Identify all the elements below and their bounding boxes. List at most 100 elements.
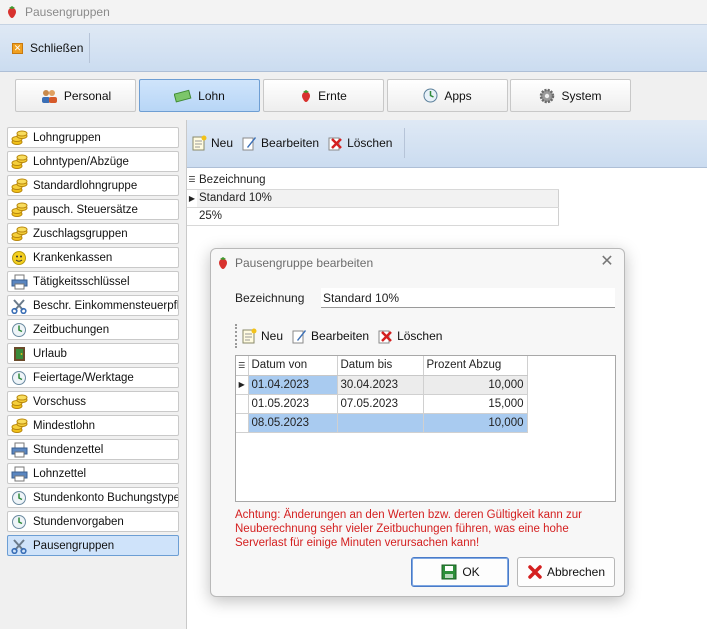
grid-header-row: ☰ Bezeichnung	[187, 171, 559, 190]
grid-cell[interactable]: Standard 10%	[197, 189, 559, 208]
sidebar-item-label: Pausengruppen	[33, 539, 115, 552]
grid-cell[interactable]	[337, 413, 424, 433]
column-chooser-icon[interactable]: ☰	[187, 171, 197, 190]
ok-button-label: OK	[462, 565, 480, 579]
dialog-toolbar: Neu Bearbeiten Löschen	[235, 324, 450, 348]
table-row[interactable]: 25%	[187, 207, 559, 226]
grid-cell[interactable]: 10,000	[423, 413, 528, 433]
tab-lohn[interactable]: Lohn	[139, 79, 260, 112]
edit-pencil-icon	[292, 330, 307, 344]
tab-label: Personal	[63, 88, 112, 103]
sidebar-item-label: Feiertage/Werktage	[33, 371, 134, 384]
grid-cell[interactable]: 25%	[197, 207, 559, 226]
grid-cell[interactable]: 08.05.2023	[248, 413, 338, 433]
tab-system[interactable]: System	[510, 79, 631, 112]
delete-button-label: Löschen	[397, 329, 443, 343]
dialog-title: Pausengruppe bearbeiten	[235, 256, 374, 270]
clock-icon	[423, 88, 438, 103]
sidebar-item-urlaub[interactable]: Urlaub	[7, 343, 179, 364]
delete-button[interactable]: Löschen	[327, 135, 392, 151]
coins-icon	[11, 226, 28, 242]
coins-icon	[11, 178, 28, 194]
grid-cell[interactable]: 01.04.2023	[248, 375, 338, 395]
title-bar: Pausengruppen	[0, 0, 707, 24]
sidebar-item-zuschlagsgruppen[interactable]: Zuschlagsgruppen	[7, 223, 179, 244]
window-title: Pausengruppen	[25, 5, 110, 19]
column-chooser-icon[interactable]: ☰	[236, 356, 249, 376]
sidebar-item-label: Stundenkonto Buchungstypen	[33, 491, 179, 504]
door-icon	[11, 346, 28, 362]
cancel-button-label: Abbrechen	[546, 565, 606, 579]
sidebar-item-krankenkassen[interactable]: Krankenkassen	[7, 247, 179, 268]
sidebar-item-vorschuss[interactable]: Vorschuss	[7, 391, 179, 412]
close-icon: ✕	[12, 42, 23, 54]
edit-button[interactable]: Bearbeiten	[241, 135, 319, 151]
tab-ernte[interactable]: Ernte	[263, 79, 384, 112]
close-button-label: Schließen	[30, 41, 84, 55]
scissors-icon	[11, 538, 28, 554]
delete-button-label: Löschen	[347, 136, 393, 150]
new-button-label: Neu	[211, 136, 234, 150]
table-row[interactable]: ▶ Standard 10%	[187, 189, 559, 208]
new-button[interactable]: Neu	[191, 135, 233, 151]
table-row[interactable]: ▶ 01.04.2023 30.04.2023 10,000	[236, 375, 528, 395]
close-button[interactable]: ✕ Schließen	[6, 33, 91, 63]
warning-text: Achtung: Änderungen an den Werten bzw. d…	[235, 509, 582, 549]
sidebar: Lohngruppen Lohntypen/Abzüge Standardlohng…	[0, 120, 186, 629]
tab-label: System	[561, 88, 602, 103]
row-indicator-icon: ▶	[236, 375, 249, 395]
edit-pencil-icon	[242, 137, 257, 151]
sidebar-item-pausch-steuersätze[interactable]: pausch. Steuersätze	[7, 199, 179, 220]
clock-icon	[11, 370, 28, 386]
sidebar-item-beschr-einkommensteuerpfl[interactable]: Beschr. Einkommensteuerpfl.	[7, 295, 179, 316]
edit-button[interactable]: Bearbeiten	[291, 328, 369, 344]
coins-icon	[11, 394, 28, 410]
grid-cell[interactable]: 07.05.2023	[337, 394, 424, 414]
gear-icon	[540, 88, 555, 103]
sidebar-item-lohngruppen[interactable]: Lohngruppen	[7, 127, 179, 148]
grid-cell[interactable]: 30.04.2023	[337, 375, 424, 395]
sidebar-item-stundenvorgaben[interactable]: Stundenvorgaben	[7, 511, 179, 532]
name-field[interactable]	[321, 288, 615, 308]
column-header[interactable]: Bezeichnung	[197, 171, 559, 190]
sidebar-item-label: Krankenkassen	[33, 251, 113, 264]
tab-apps[interactable]: Apps	[387, 79, 508, 112]
sidebar-item-stundenkonto-buchungstypen[interactable]: Stundenkonto Buchungstypen	[7, 487, 179, 508]
sidebar-item-pausengruppen[interactable]: Pausengruppen	[7, 535, 179, 556]
delete-button[interactable]: Löschen	[377, 328, 442, 344]
sidebar-item-label: pausch. Steuersätze	[33, 203, 138, 216]
new-document-icon	[192, 135, 207, 151]
people-icon	[41, 89, 57, 103]
edit-button-label: Bearbeiten	[261, 136, 320, 150]
sidebar-item-tätigkeitsschlüssel[interactable]: Tätigkeitsschlüssel	[7, 271, 179, 292]
clock-icon	[11, 514, 28, 530]
coins-icon	[11, 202, 28, 218]
new-button[interactable]: Neu	[241, 328, 283, 344]
table-row[interactable]: 01.05.2023 07.05.2023 15,000	[236, 394, 528, 414]
cancel-button[interactable]: Abbrechen	[517, 557, 615, 587]
grid-cell[interactable]: 10,000	[423, 375, 528, 395]
tab-personal[interactable]: Personal	[15, 79, 136, 112]
sidebar-item-zeitbuchungen[interactable]: Zeitbuchungen	[7, 319, 179, 340]
sidebar-item-lohnzettel[interactable]: Lohnzettel	[7, 463, 179, 484]
clock-icon	[11, 490, 28, 506]
sidebar-item-mindestlohn[interactable]: Mindestlohn	[7, 415, 179, 436]
table-row[interactable]: 08.05.2023 10,000	[236, 413, 528, 433]
periods-grid: ☰ Datum von Datum bis Prozent Abzug ▶ 01…	[235, 355, 616, 502]
smiley-icon	[11, 250, 28, 266]
cancel-x-icon	[528, 565, 542, 579]
grid-cell[interactable]: 15,000	[423, 394, 528, 414]
sidebar-item-label: Vorschuss	[33, 395, 87, 408]
sidebar-item-feiertage-werktage[interactable]: Feiertage/Werktage	[7, 367, 179, 388]
sidebar-item-stundenzettel[interactable]: Stundenzettel	[7, 439, 179, 460]
sidebar-item-label: Stundenzettel	[33, 443, 104, 456]
tab-label: Ernte	[318, 88, 347, 103]
column-header[interactable]: Datum bis	[337, 356, 424, 376]
column-header[interactable]: Datum von	[248, 356, 338, 376]
sidebar-item-lohntypen-abzüge[interactable]: Lohntypen/Abzüge	[7, 151, 179, 172]
dialog-close-icon[interactable]: ✕	[598, 253, 616, 271]
sidebar-item-standardlohngruppe[interactable]: Standardlohngruppe	[7, 175, 179, 196]
ok-button[interactable]: OK	[411, 557, 509, 587]
grid-cell[interactable]: 01.05.2023	[248, 394, 338, 414]
column-header[interactable]: Prozent Abzug	[423, 356, 528, 376]
